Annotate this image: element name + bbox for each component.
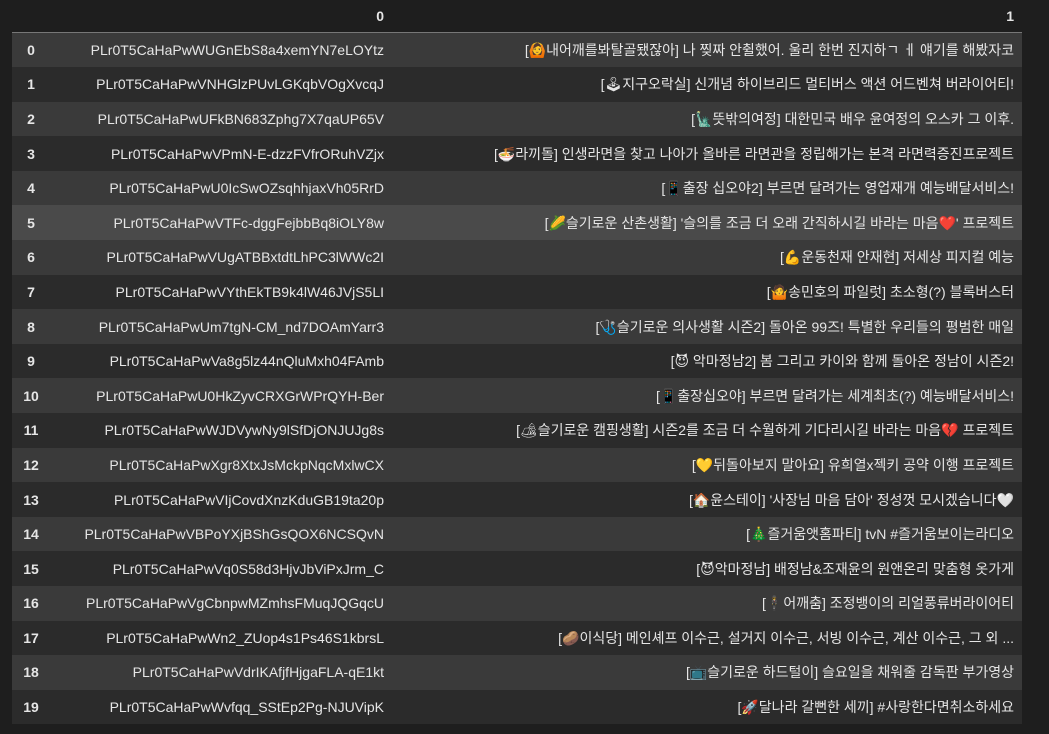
row-index: 8 [27, 318, 35, 335]
row-index: 10 [23, 387, 39, 404]
table-row: 0 PLr0T5CaHaPwWUGnEbS8a4xemYN7eLOYtz [🙆내어깨… [12, 32, 1022, 68]
playlist-title-cell: [🌽슬기로운 산촌생활] '슬의를 조금 더 오래 간직하시길 바라는 마음❤️… [544, 214, 1014, 231]
table-header: 0 1 [12, 0, 1022, 33]
playlist-title-cell: [🤷송민호의 파일럿] 초소형(?) 블록버스터 [766, 283, 1014, 300]
playlist-title-cell: [🥔이식당] 메인셰프 이수근, 설거지 이수근, 서빙 이수근, 계산 이수근… [558, 629, 1014, 646]
table-row: 4 PLr0T5CaHaPwU0IcSwOZsqhhjaxVh05RrD [📱출장 … [12, 170, 1022, 206]
dataframe-table: 0 1 0 PLr0T5CaHaPwWUGnEbS8a4xemYN7eLOYtz [… [12, 0, 1022, 725]
table-row: 5 PLr0T5CaHaPwVTFc-dggFejbbBq8iOLY8w [🌽슬기로… [12, 205, 1022, 241]
table-row: 9 PLr0T5CaHaPwVa8g5lz44nQluMxh04FAmb [😈 악마… [12, 343, 1022, 379]
playlist-id-cell: PLr0T5CaHaPwUm7tgN-CM_nd7DOAmYarr3 [98, 318, 384, 335]
playlist-title-cell: [🕹지구오락실] 신개념 하이브리드 멀티버스 액션 어드벤쳐 버라이어티! [600, 76, 1014, 93]
playlist-id-cell: PLr0T5CaHaPwVPmN-E-dzzFVfrORuhVZjx [110, 145, 384, 162]
table-row: 11 PLr0T5CaHaPwWJDVywNy9lSfDjONJUJg8s [🏕슬기… [12, 413, 1022, 448]
row-index: 15 [23, 560, 39, 577]
playlist-title-cell: [🗽뜻밖의여정] 대한민국 배우 윤여정의 오스카 그 이후. [691, 110, 1014, 127]
playlist-id-cell: PLr0T5CaHaPwWUGnEbS8a4xemYN7eLOYtz [90, 42, 384, 59]
table-row: 3 PLr0T5CaHaPwVPmN-E-dzzFVfrORuhVZjx [🍜라끼돌… [12, 136, 1022, 171]
table-row: 16 PLr0T5CaHaPwVgCbnpwMZmhsFMuqJQGqcU [🕴어깨… [12, 586, 1022, 621]
playlist-id-cell: PLr0T5CaHaPwWvfqq_SStEp2Pg-NJUVipK [109, 699, 384, 716]
row-index: 16 [23, 595, 39, 612]
playlist-title-cell: [🏕슬기로운 캠핑생활] 시즌2를 조금 더 수월하게 기다리시길 바라는 마음… [516, 422, 1014, 439]
row-index: 11 [23, 422, 39, 439]
row-index: 18 [23, 664, 39, 681]
row-index: 4 [27, 180, 35, 197]
playlist-title-cell: [🕴어깨춤] 조정뱅이의 리얼풍류버라이어티 [762, 595, 1014, 612]
playlist-title-cell: [😈악마정남] 배정남&조재윤의 원앤온리 맞춤형 옷가게 [696, 560, 1014, 577]
row-index: 9 [27, 353, 35, 370]
index-header [12, 0, 50, 33]
row-index: 7 [27, 283, 35, 300]
table-row: 7 PLr0T5CaHaPwVYthEkTB9k4lW46JVjS5LI [🤷송민호… [12, 274, 1022, 310]
row-index: 12 [23, 456, 39, 473]
row-index: 0 [27, 42, 35, 59]
playlist-id-cell: PLr0T5CaHaPwVUgATBBxtdtLhPC3lWWc2I [106, 249, 385, 266]
row-index: 19 [23, 699, 39, 716]
playlist-title-cell: [📱출장십오야] 부르면 달려가는 세계최초(?) 예능배달서비스! [655, 387, 1014, 404]
playlist-id-cell: PLr0T5CaHaPwVdrIKAfjfHjgaFLA-qE1kt [132, 664, 384, 681]
table-row: 17 PLr0T5CaHaPwWn2_ZUop4s1Ps46S1kbrsL [🥔이식… [12, 620, 1022, 656]
row-index: 13 [23, 491, 39, 508]
playlist-id-cell: PLr0T5CaHaPwU0HkZyvCRXGrWPrQYH-Ber [96, 387, 384, 404]
playlist-id-cell: PLr0T5CaHaPwVq0S58d3HjvJbViPxJrm_C [112, 560, 384, 577]
playlist-id-cell: PLr0T5CaHaPwVgCbnpwMZmhsFMuqJQGqcU [86, 595, 384, 612]
table-row: 19 PLr0T5CaHaPwWvfqq_SStEp2Pg-NJUVipK [🚀달나… [12, 689, 1022, 725]
playlist-id-cell: PLr0T5CaHaPwVa8g5lz44nQluMxh04FAmb [109, 353, 384, 370]
playlist-title-cell: [💪운동천재 안재현] 저세상 피지컬 예능 [780, 249, 1014, 266]
playlist-id-cell: PLr0T5CaHaPwUFkBN683Zphg7X7qaUP65V [97, 110, 384, 127]
table-row: 6 PLr0T5CaHaPwVUgATBBxtdtLhPC3lWWc2I [💪운동천… [12, 240, 1022, 275]
header-row: 0 1 [12, 0, 1022, 33]
playlist-id-cell: PLr0T5CaHaPwVIjCovdXnzKduGB19ta20p [113, 491, 384, 508]
playlist-title-cell: [🚀달나라 갈뻔한 세끼] #사랑한다면취소하세요 [737, 699, 1014, 716]
playlist-title-cell: [🏠윤스테이] '사장님 마음 담아' 정성껏 모시겠습니다🤍 [688, 491, 1014, 508]
playlist-id-cell: PLr0T5CaHaPwVBPoYXjBShGsQOX6NCSQvN [84, 526, 384, 543]
playlist-title-cell: [🍜라끼돌] 인생라면을 찾고 나아가 올바른 라면관을 정립해가는 본격 라면… [493, 145, 1014, 162]
row-index: 5 [27, 214, 35, 231]
table-row: 8 PLr0T5CaHaPwUm7tgN-CM_nd7DOAmYarr3 [🩺슬기로… [12, 309, 1022, 344]
table-row: 10 PLr0T5CaHaPwU0HkZyvCRXGrWPrQYH-Ber [📱출장… [12, 378, 1022, 414]
column-header-0: 0 [50, 0, 392, 33]
table-row: 15 PLr0T5CaHaPwVq0S58d3HjvJbViPxJrm_C [😈악마… [12, 551, 1022, 586]
table-row: 12 PLr0T5CaHaPwXgr8XtxJsMckpNqcMxlwCX [💛뒤돌… [12, 447, 1022, 483]
playlist-title-cell: [😈 악마정남2] 봄 그리고 카이와 함께 돌아온 정남이 시즌2! [670, 353, 1014, 370]
table-row: 2 PLr0T5CaHaPwUFkBN683Zphg7X7qaUP65V [🗽뜻밖의… [12, 101, 1022, 137]
playlist-title-cell: [💛뒤돌아보지 말아요] 유희열x젝키 공약 이행 프로젝트 [691, 456, 1014, 473]
table-row: 18 PLr0T5CaHaPwVdrIKAfjfHjgaFLA-qE1kt [📺슬기… [12, 655, 1022, 690]
column-header-1: 1 [392, 0, 1022, 33]
playlist-id-cell: PLr0T5CaHaPwVYthEkTB9k4lW46JVjS5LI [115, 283, 384, 300]
playlist-id-cell: PLr0T5CaHaPwVTFc-dggFejbbBq8iOLY8w [113, 214, 384, 231]
playlist-id-cell: PLr0T5CaHaPwWJDVywNy9lSfDjONJUJg8s [104, 422, 384, 439]
row-index: 17 [23, 629, 39, 646]
playlist-title-cell: [🩺슬기로운 의사생활 시즌2] 돌아온 99즈! 특별한 우리들의 평범한 매… [595, 318, 1014, 335]
row-index: 14 [23, 526, 39, 543]
table-row: 13 PLr0T5CaHaPwVIjCovdXnzKduGB19ta20p [🏠윤스… [12, 482, 1022, 517]
playlist-title-cell: [🙆내어깨를봐탈골됐잖아] 나 찢짜 안췰했어. 울리 한번 진지하ㄱ ㅔ 얘기… [524, 42, 1014, 59]
table-row: 14 PLr0T5CaHaPwVBPoYXjBShGsQOX6NCSQvN [🎄즐거… [12, 516, 1022, 552]
playlist-id-cell: PLr0T5CaHaPwU0IcSwOZsqhhjaxVh05RrD [109, 180, 384, 197]
playlist-id-cell: PLr0T5CaHaPwWn2_ZUop4s1Ps46S1kbrsL [106, 629, 384, 646]
playlist-id-cell: PLr0T5CaHaPwXgr8XtxJsMckpNqcMxlwCX [109, 456, 384, 473]
table-row: 1 PLr0T5CaHaPwVNHGlzPUvLGKqbVOgXvcqJ [🕹지구오… [12, 67, 1022, 102]
table-body: 0 PLr0T5CaHaPwWUGnEbS8a4xemYN7eLOYtz [🙆내어깨… [12, 32, 1022, 725]
dataframe-output: 0 1 0 PLr0T5CaHaPwWUGnEbS8a4xemYN7eLOYtz [… [12, 0, 1022, 725]
playlist-title-cell: [📱출장 십오야2] 부르면 달려가는 영업재개 예능배달서비스! [661, 180, 1014, 197]
row-index: 1 [27, 76, 35, 93]
row-index: 2 [27, 110, 35, 127]
row-index: 3 [27, 145, 35, 162]
playlist-id-cell: PLr0T5CaHaPwVNHGlzPUvLGKqbVOgXvcqJ [96, 76, 384, 93]
playlist-title-cell: [📺슬기로운 하드털이] 슬요일을 채워줄 감독판 부가영상 [685, 664, 1014, 681]
playlist-title-cell: [🎄즐거움앳홈파티] tvN #즐거움보이는라디오 [746, 526, 1014, 543]
row-index: 6 [27, 249, 35, 266]
